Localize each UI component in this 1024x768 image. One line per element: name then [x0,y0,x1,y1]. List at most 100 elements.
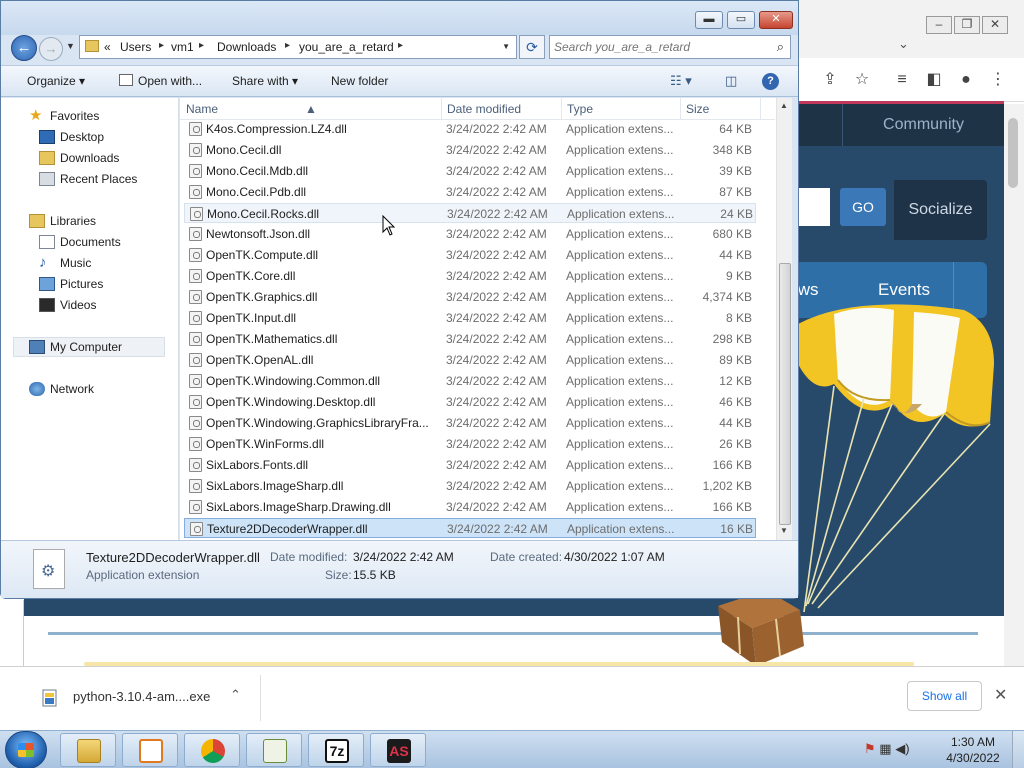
open-with-button[interactable]: Open with... [138,74,202,88]
nav-events[interactable]: Events [878,280,930,300]
file-row[interactable]: Texture2DDecoderWrapper.dll 3/24/2022 2:4… [184,518,756,538]
breadcrumb-overflow[interactable]: « [104,40,111,54]
help-icon[interactable]: ? [762,73,779,90]
breadcrumb-downloads[interactable]: Downloads [217,40,276,54]
forward-button[interactable]: → [39,37,63,61]
menu-icon[interactable]: ⋮ [988,70,1008,90]
file-row[interactable]: OpenTK.Mathematics.dll 3/24/2022 2:42 AM A… [184,329,756,349]
minimize-button[interactable]: – [926,16,952,34]
taskbar-7zip[interactable]: 7z [308,733,364,767]
site-search-input[interactable] [798,188,830,226]
restore-button[interactable]: ❐ [954,16,980,34]
minimize-button[interactable]: ▬ [695,11,723,29]
breadcrumb-arrow-icon[interactable]: ▸ [285,40,290,51]
address-bar[interactable]: « Users ▸ vm1 ▸ Downloads ▸ you_are_a_re… [79,35,517,59]
command-bar: Organize ▾ Open with... Share with ▾ New… [1,65,798,97]
column-type[interactable]: Type [567,102,593,116]
download-file-name[interactable]: python-3.10.4-am....exe [73,689,210,704]
search-input[interactable] [554,38,764,56]
history-dropdown-icon[interactable]: ▼ [66,41,75,51]
file-row[interactable]: Mono.Cecil.Mdb.dll 3/24/2022 2:42 AM Appli… [184,161,756,181]
file-type: Application extens... [566,122,674,136]
nav-community[interactable]: Community [842,104,1004,146]
preview-pane-icon[interactable]: ◫ [725,73,737,89]
share-with-button[interactable]: Share with ▾ [232,74,298,88]
taskbar-assetstudio[interactable]: AS [370,733,426,767]
file-name: OpenTK.Graphics.dll [206,290,318,304]
file-row[interactable]: OpenTK.Compute.dll 3/24/2022 2:42 AM Appli… [184,245,756,265]
open-with-icon [119,74,133,86]
chevron-up-icon[interactable]: ⌃ [230,687,241,703]
share-icon[interactable]: ⇪ [820,70,840,90]
file-row[interactable]: SixLabors.ImageSharp.Drawing.dll 3/24/202… [184,497,756,517]
file-row[interactable]: OpenTK.Input.dll 3/24/2022 2:42 AM Applica… [184,308,756,328]
show-all-button[interactable]: Show all [907,681,982,711]
scroll-up-icon[interactable]: ▲ [780,101,788,110]
breadcrumb-vm1[interactable]: vm1 [171,40,194,54]
file-row[interactable]: SixLabors.ImageSharp.dll 3/24/2022 2:42 A… [184,476,756,496]
file-date-modified: 3/24/2022 2:42 AM [446,269,547,283]
show-desktop-button[interactable] [1012,731,1024,768]
socialize-button[interactable]: Socialize [894,180,987,240]
file-name: SixLabors.ImageSharp.Drawing.dll [206,500,391,514]
scroll-thumb[interactable] [779,263,791,525]
organize-button[interactable]: Organize ▾ [27,74,85,88]
change-view-icon[interactable]: ☷ ▾ [670,73,692,89]
maximize-button[interactable]: ▭ [727,11,755,29]
file-row[interactable]: Newtonsoft.Json.dll 3/24/2022 2:42 AM Appl… [184,224,756,244]
network-status-icon[interactable]: ▦ [879,741,891,756]
file-date-modified: 3/24/2022 2:42 AM [446,143,547,157]
close-button[interactable]: ✕ [982,16,1008,34]
refresh-button[interactable]: ⟳ [519,35,545,59]
scroll-down-icon[interactable]: ▼ [780,526,788,535]
start-button[interactable] [5,731,47,768]
file-row[interactable]: OpenTK.Windowing.GraphicsLibraryFra... 3/… [184,413,756,433]
volume-icon[interactable]: ◀) [895,741,909,756]
file-row[interactable]: Mono.Cecil.Rocks.dll 3/24/2022 2:42 AM App… [184,203,756,223]
file-row[interactable]: OpenTK.Windowing.Desktop.dll 3/24/2022 2:… [184,392,756,412]
nav-news[interactable]: News [798,280,858,300]
breadcrumb-current-folder[interactable]: you_are_a_retard [299,40,394,54]
file-row[interactable]: OpenTK.Graphics.dll 3/24/2022 2:42 AM Appl… [184,287,756,307]
go-button[interactable]: GO [840,188,886,226]
bookmark-star-icon[interactable]: ☆ [852,70,872,90]
back-button[interactable]: ← [11,35,37,61]
chevron-down-icon[interactable]: ⌄ [898,36,909,52]
page-scrollbar[interactable] [1004,104,1024,666]
breadcrumb-arrow-icon[interactable]: ▸ [398,40,403,51]
profile-icon[interactable]: ● [956,70,976,90]
taskbar-media-player[interactable] [122,733,178,767]
breadcrumb-arrow-icon[interactable]: ▸ [199,40,204,51]
file-row[interactable]: Mono.Cecil.Pdb.dll 3/24/2022 2:42 AM Appli… [184,182,756,202]
close-icon[interactable]: ✕ [994,685,1007,705]
dll-file-icon [189,143,202,157]
reading-list-icon[interactable]: ≡ [892,70,912,90]
breadcrumb-users[interactable]: Users [120,40,151,54]
mouse-cursor-icon [382,215,396,236]
taskbar-chrome[interactable] [184,733,240,767]
file-row[interactable]: OpenTK.OpenAL.dll 3/24/2022 2:42 AM Applic… [184,350,756,370]
address-dropdown-icon[interactable]: ▼ [502,42,510,51]
side-panel-icon[interactable]: ◧ [924,70,944,90]
file-size: 680 KB [712,227,752,241]
column-size[interactable]: Size [686,102,709,116]
column-name[interactable]: Name [186,102,218,116]
file-row[interactable]: K4os.Compression.LZ4.dll 3/24/2022 2:42 A… [184,119,756,139]
breadcrumb-arrow-icon[interactable]: ▸ [159,40,164,51]
column-date-modified[interactable]: Date modified [447,102,521,116]
new-folder-button[interactable]: New folder [331,74,388,88]
close-button[interactable]: ✕ [759,11,793,29]
search-icon[interactable]: ⌕ [777,39,784,55]
clock[interactable]: 1:30 AM 4/30/2022 [940,734,1006,766]
taskbar-explorer[interactable] [60,733,116,767]
file-row[interactable]: Mono.Cecil.dll 3/24/2022 2:42 AM Applicati… [184,140,756,160]
file-row[interactable]: OpenTK.WinForms.dll 3/24/2022 2:42 AM Appl… [184,434,756,454]
file-row[interactable]: OpenTK.Windowing.Common.dll 3/24/2022 2:4… [184,371,756,391]
file-row[interactable]: OpenTK.Core.dll 3/24/2022 2:42 AM Applicat… [184,266,756,286]
taskbar-notepad-plus[interactable] [246,733,302,767]
action-center-icon[interactable]: ⚑ [864,741,876,756]
file-row[interactable]: SixLabors.Fonts.dll 3/24/2022 2:42 AM Appl… [184,455,756,475]
file-date-modified: 3/24/2022 2:42 AM [446,332,547,346]
file-name: OpenTK.Input.dll [206,311,297,325]
file-list-scrollbar[interactable]: ▲ ▼ [776,98,792,540]
